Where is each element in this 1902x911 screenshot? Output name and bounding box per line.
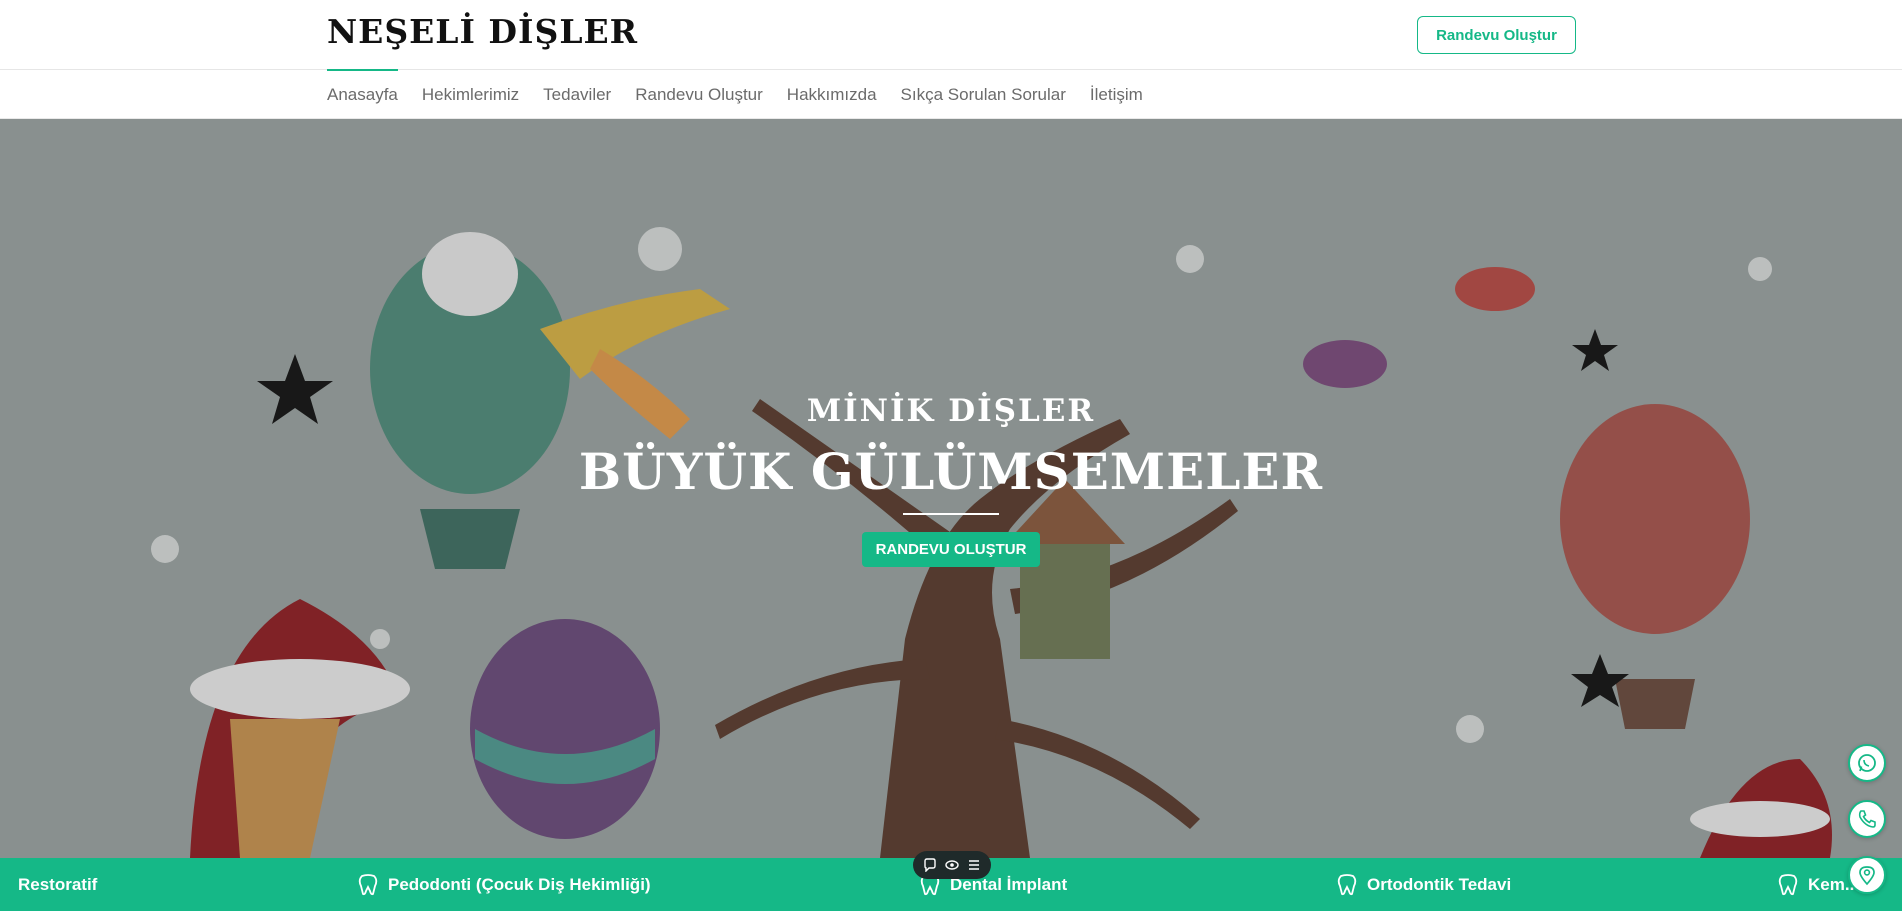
accessibility-toolbar (913, 851, 991, 879)
site-logo[interactable]: NEŞELİ DİŞLER (327, 12, 638, 51)
settings-list-icon[interactable] (967, 858, 981, 872)
nav-item-faq[interactable]: Sıkça Sorulan Sorular (901, 70, 1066, 119)
ticker-item-label: Ortodontik Tedavi (1367, 874, 1512, 894)
hero-appointment-button[interactable]: RANDEVU OLUŞTUR (862, 532, 1040, 567)
ticker-item[interactable]: Pedodonti (Çocuk Diş Hekimliği) (358, 858, 651, 911)
ticker-item-label: Restoratif (18, 874, 98, 894)
hero-section: MİNİK DİŞLER BÜYÜK GÜLÜMSEMELER RANDEVU … (0, 119, 1902, 858)
eye-icon[interactable] (945, 858, 959, 872)
site-header: NEŞELİ DİŞLER Randevu Oluştur (0, 0, 1902, 70)
phone-button[interactable] (1848, 800, 1886, 838)
tooth-icon (358, 873, 378, 895)
tooth-icon (1337, 873, 1357, 895)
chat-icon[interactable] (923, 858, 937, 872)
ticker-item[interactable]: Ortodontik Tedavi (1337, 858, 1511, 911)
ticker-item-label: Pedodonti (Çocuk Diş Hekimliği) (388, 874, 651, 894)
nav-item-appointment[interactable]: Randevu Oluştur (635, 70, 763, 119)
nav-item-home[interactable]: Anasayfa (327, 69, 398, 119)
nav-item-doctors[interactable]: Hekimlerimiz (422, 70, 519, 119)
whatsapp-button[interactable] (1848, 744, 1886, 782)
appointment-button[interactable]: Randevu Oluştur (1417, 16, 1576, 54)
tooth-icon (1778, 873, 1798, 895)
hero-title: BÜYÜK GÜLÜMSEMELER (578, 442, 1324, 501)
ticker-item[interactable]: Kem... (1778, 858, 1859, 911)
nav-item-contact[interactable]: İletişim (1090, 70, 1143, 119)
nav-item-treatments[interactable]: Tedaviler (543, 70, 611, 119)
hero-subtitle: MİNİK DİŞLER (806, 393, 1096, 429)
hero-divider (903, 513, 999, 515)
location-button[interactable] (1848, 856, 1886, 894)
whatsapp-icon (1858, 754, 1876, 772)
location-icon (1859, 866, 1875, 886)
nav-item-about[interactable]: Hakkımızda (787, 70, 877, 119)
nav-list: Anasayfa Hekimlerimiz Tedaviler Randevu … (327, 69, 1143, 119)
main-nav: Anasayfa Hekimlerimiz Tedaviler Randevu … (0, 69, 1902, 119)
phone-icon (1858, 810, 1876, 828)
ticker-item[interactable]: Restoratif (18, 858, 97, 911)
